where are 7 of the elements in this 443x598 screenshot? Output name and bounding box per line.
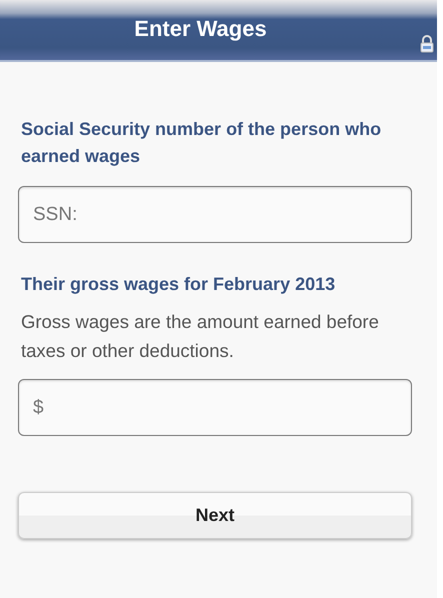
input-field[interactable]: $ xyxy=(18,379,412,436)
question-heading: Social Security number of the person who earned wages xyxy=(20,118,382,168)
next-button[interactable]: Next xyxy=(18,492,412,539)
question-heading: Their gross wages for February 2013 xyxy=(20,273,336,296)
input-field[interactable]: SSN: xyxy=(18,186,412,243)
page-title: Enter Wages xyxy=(134,14,267,43)
help-text: Gross wages are the amount earned before taxes or other deductions. xyxy=(20,310,380,363)
